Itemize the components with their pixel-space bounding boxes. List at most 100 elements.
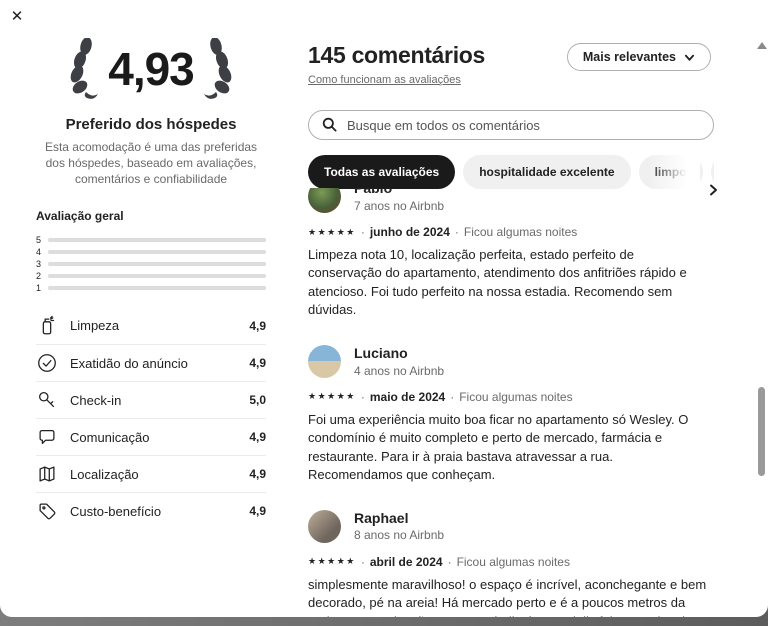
bar-label: 3 [36,259,42,270]
reviews-panel: 145 comentários Como funcionam as avalia… [308,0,722,200]
category-row-exatidao: Exatidão do anúncio 4,9 [36,344,266,381]
reviewer-profile[interactable]: Luciano 4 anos no Airbnb [308,344,714,378]
category-label: Localização [70,466,139,482]
reviewer-profile[interactable]: Pablo 7 anos no Airbnb [308,188,714,213]
reviewer-tenure: 4 anos no Airbnb [354,363,445,378]
rating-bar-1: 1 [36,283,266,293]
rating-distribution: 5 4 3 2 1 [36,235,266,293]
review-item: Raphael 8 anos no Airbnb ★★★★★ · abril d… [308,509,714,617]
summary-panel: 4,93 Preferido dos hóspedes Esta acomoda… [36,0,266,529]
bar-label: 1 [36,283,42,294]
overall-rating-label: Avaliação geral [36,209,124,224]
sort-dropdown-label: Mais relevantes [582,50,676,64]
category-label: Check-in [70,392,122,408]
search-input[interactable] [308,110,714,140]
bar-label: 2 [36,271,42,282]
separator-dot: · [447,554,452,569]
map-icon [36,463,58,485]
review-meta: ★★★★★ · abril de 2024 · Ficou algumas no… [308,555,714,569]
reviewer-name: Pablo [354,188,393,197]
category-value: 4,9 [249,430,266,445]
category-value: 4,9 [249,504,266,519]
bar-track [48,250,266,255]
chevron-down-icon [684,54,695,61]
separator-dot: · [454,225,459,239]
category-label: Comunicação [70,429,150,445]
reviewer-name: Raphael [354,509,409,526]
how-reviews-work-link[interactable]: Como funcionam as avaliações [308,74,461,86]
avatar[interactable] [308,344,341,378]
review-date: junho de 2024 [369,225,450,239]
rating-bar-2: 2 [36,271,266,281]
review-date: maio de 2024 [369,389,446,404]
reviews-scroll-area[interactable]: Pablo 7 anos no Airbnb ★★★★★ · junho de … [308,188,728,617]
category-label: Custo-benefício [70,503,162,519]
category-value: 4,9 [249,356,266,371]
avatar[interactable] [308,509,341,543]
bar-track [48,262,266,267]
sort-dropdown[interactable]: Mais relevantes [566,43,711,71]
check-circle-icon [36,352,58,374]
reviewer-tenure: 7 anos no Airbnb [354,198,445,213]
separator-dot: · [360,225,365,239]
laurel-left-icon [70,38,99,99]
guest-favorite-description: Esta acomodação é uma das preferidas dos… [44,140,258,186]
rating-bar-5: 5 [36,235,266,245]
category-label: Exatidão do anúncio [70,355,188,371]
review-text: Foi uma experiência muito boa ficar no a… [308,411,689,483]
stay-length: Ficou algumas noites [463,225,578,239]
review-search [308,110,714,140]
review-meta: ★★★★★ · junho de 2024 · Ficou algumas no… [308,225,714,239]
category-row-checkin: Check-in 5,0 [36,381,266,418]
category-label: Limpeza [70,318,120,334]
stay-length: Ficou algumas noites [459,389,573,404]
scrollbar-thumb[interactable] [758,387,765,476]
key-icon [36,389,58,411]
stay-length: Ficou algumas noites [456,554,570,569]
price-tag-icon [36,500,58,522]
star-rating-icons: ★★★★★ [308,391,356,402]
review-text: Limpeza nota 10, localização perfeita, e… [308,247,687,318]
overall-rating-value: 4,93 [108,43,195,95]
chip-limpo[interactable]: limpo [638,155,703,189]
category-value: 4,9 [249,467,266,482]
chip-hospitalidade-excelente[interactable]: hospitalidade excelente [463,155,631,189]
spray-bottle-icon [36,315,58,337]
reviewer-name: Luciano [354,345,408,362]
speech-bubble-icon [36,426,58,448]
category-row-limpeza: Limpeza 4,9 [36,307,266,344]
chip-todas-as-avaliacoes[interactable]: Todas as avaliações [308,155,456,189]
review-item: Pablo 7 anos no Airbnb ★★★★★ · junho de … [308,188,714,320]
guest-favorite-title: Preferido dos hóspedes [65,116,237,133]
rating-bar-3: 3 [36,259,266,269]
star-rating-icons: ★★★★★ [308,226,356,237]
reviewer-profile[interactable]: Raphael 8 anos no Airbnb [308,509,714,543]
reviews-modal: ✕ 4,93 Preferido dos hóspedes Esta acomo… [0,0,768,617]
laurel-right-icon [203,38,232,99]
category-row-comunicacao: Comunicação 4,9 [36,418,266,455]
review-date: abril de 2024 [369,554,443,569]
bar-track [48,286,266,291]
separator-dot: · [360,554,365,569]
scrollbar-up-arrow-icon[interactable] [757,42,767,49]
review-item: Luciano 4 anos no Airbnb ★★★★★ · maio de… [308,344,714,485]
category-value: 4,9 [249,318,266,333]
category-row-localizacao: Localização 4,9 [36,455,266,492]
avatar[interactable] [308,188,341,213]
scrollbar [755,0,768,617]
category-ratings: Limpeza 4,9 Exatidão do anúncio 4,9 Chec… [36,307,266,529]
separator-dot: · [360,389,365,404]
bar-label: 5 [36,235,42,246]
category-value: 5,0 [249,393,266,408]
bar-track [48,238,266,243]
review-meta: ★★★★★ · maio de 2024 · Ficou algumas noi… [308,390,714,404]
star-rating-icons: ★★★★★ [308,556,356,567]
review-text: simplesmente maravilhoso! o espaço é inc… [308,576,707,617]
reviews-header: 145 comentários Como funcionam as avalia… [308,42,714,88]
search-icon [322,117,337,132]
guest-favorite-rating: 4,93 [36,38,266,100]
filter-chips: Todas as avaliações hospitalidade excele… [308,155,714,189]
close-icon[interactable]: ✕ [8,8,26,26]
separator-dot: · [450,389,455,404]
bar-track [48,274,266,279]
